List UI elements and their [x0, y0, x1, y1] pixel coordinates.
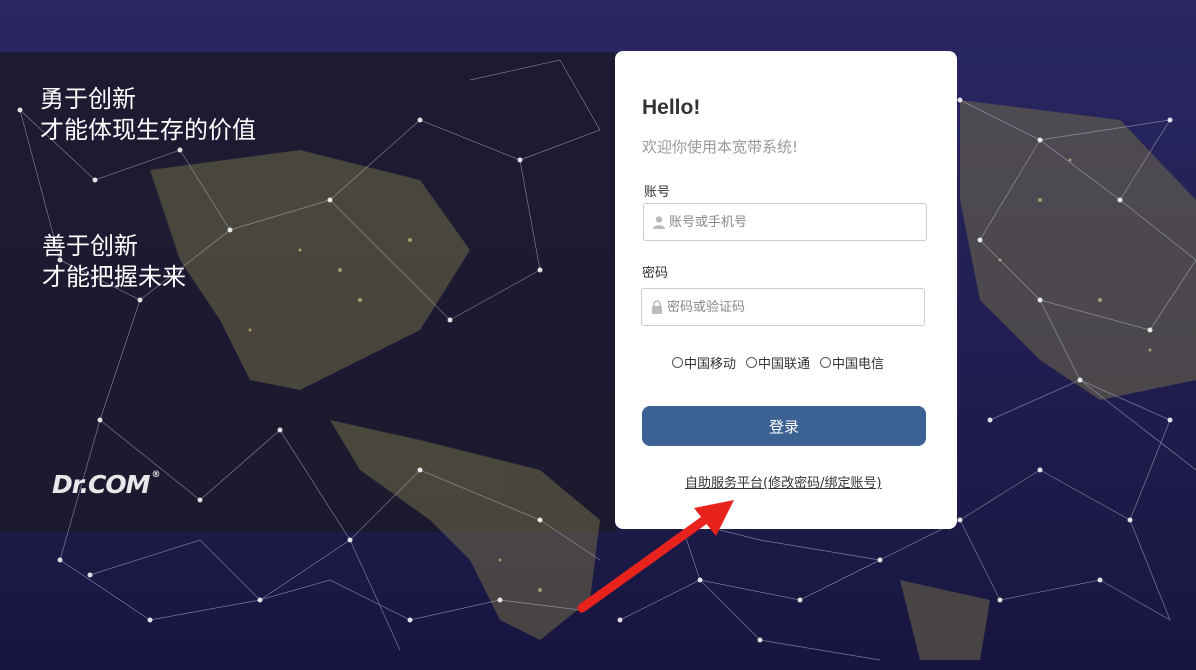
user-icon — [651, 214, 667, 230]
slogan-block-1: 勇于创新 才能体现生存的价值 — [40, 84, 256, 146]
welcome-text: 欢迎你使用本宽带系统! — [642, 138, 799, 156]
logo-text: Dr.COM — [52, 470, 150, 499]
account-input[interactable] — [669, 214, 909, 230]
account-label: 账号 — [644, 185, 671, 200]
isp-option-label: 中国电信 — [832, 357, 885, 372]
slogan-line: 善于创新 — [42, 232, 138, 260]
password-label: 密码 — [642, 266, 669, 281]
greeting-title: Hello! — [642, 96, 701, 119]
radio-button[interactable] — [672, 357, 683, 368]
password-field[interactable] — [641, 288, 925, 326]
isp-option-mobile[interactable]: 中国移动 — [672, 353, 736, 372]
lock-icon — [649, 299, 665, 315]
isp-option-label: 中国移动 — [684, 357, 737, 372]
password-input[interactable] — [667, 299, 907, 315]
isp-option-label: 中国联通 — [758, 357, 811, 372]
radio-button[interactable] — [746, 357, 758, 368]
slogan-line: 才能体现生存的价值 — [40, 116, 256, 144]
slogan-line: 才能把握未来 — [42, 263, 186, 291]
annotation-arrow — [577, 500, 734, 613]
radio-button[interactable] — [820, 357, 832, 368]
slogan-block-2: 善于创新 才能把握未来 — [42, 231, 186, 293]
logo-registered-mark: ® — [151, 470, 161, 480]
slogan-line: 勇于创新 — [40, 85, 136, 113]
login-card: Hello! 欢迎你使用本宽带系统! 账号 密码 中国移动 中国联通 中国电信 … — [615, 51, 957, 529]
self-service-link[interactable]: 自助服务平台(修改密码/绑定账号) — [685, 472, 882, 491]
login-button[interactable]: 登录 — [642, 406, 926, 446]
isp-option-unicom[interactable]: 中国联通 — [746, 353, 810, 372]
isp-option-telecom[interactable]: 中国电信 — [820, 353, 884, 372]
isp-radio-group: 中国移动 中国联通 中国电信 — [672, 353, 884, 372]
drcom-logo: Dr.COM ® — [52, 470, 161, 499]
account-field[interactable] — [643, 203, 927, 241]
